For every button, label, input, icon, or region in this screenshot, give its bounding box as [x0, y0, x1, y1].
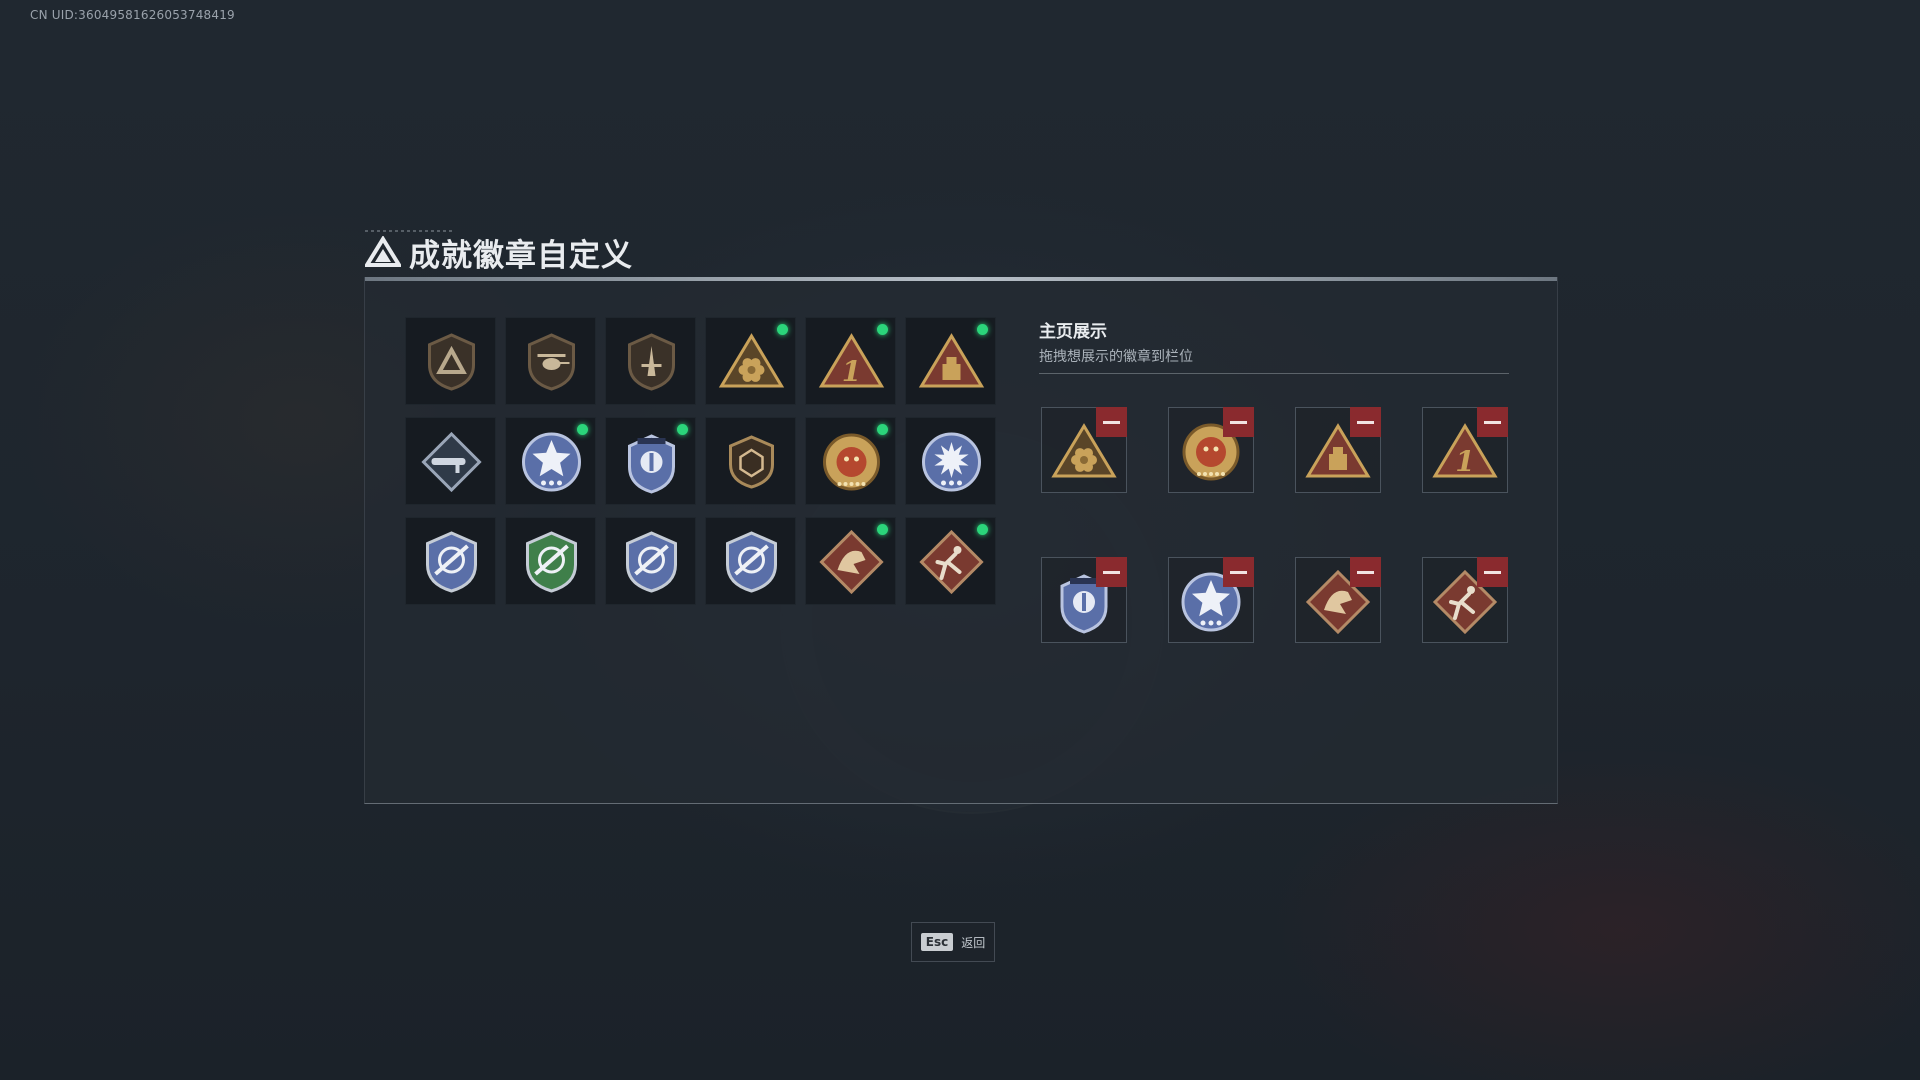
- blue-starburst-emblem-icon: [922, 432, 981, 492]
- blue-crosshair-shield-icon: [626, 531, 677, 593]
- uid-label: CN UID:36049581626053748419: [30, 8, 235, 22]
- minus-icon: [1230, 420, 1247, 424]
- remove-badge-button[interactable]: [1477, 407, 1508, 437]
- page-header: 成就徽章自定义: [365, 232, 633, 274]
- showcase-slot[interactable]: [1168, 557, 1254, 643]
- badge-cell[interactable]: [405, 417, 496, 505]
- badge-customize-panel: 1 主页展示 拖拽想展示的徽章到栏位 1: [364, 277, 1558, 804]
- page-title: 成就徽章自定义: [409, 237, 633, 274]
- blue-crosshair-shield-icon: [426, 531, 477, 593]
- helicopter-shield-icon: [528, 333, 575, 391]
- esc-key-hint: Esc: [920, 933, 954, 951]
- remove-badge-button[interactable]: [1223, 407, 1254, 437]
- minus-icon: [1103, 570, 1120, 574]
- showcase-slot[interactable]: [1295, 407, 1381, 493]
- back-button[interactable]: Esc 返回: [911, 922, 995, 962]
- sword-shield-icon: [628, 333, 675, 391]
- showcase-header: 主页展示 拖拽想展示的徽章到栏位: [1039, 317, 1509, 366]
- svg-text:1: 1: [1455, 445, 1474, 478]
- badge-cell[interactable]: [505, 517, 596, 605]
- minus-icon: [1484, 570, 1501, 574]
- badge-cell[interactable]: [505, 417, 596, 505]
- badge-cell[interactable]: [505, 317, 596, 405]
- minus-icon: [1484, 420, 1501, 424]
- showcase-slot[interactable]: 1: [1422, 407, 1508, 493]
- showcase-title: 主页展示: [1039, 322, 1107, 342]
- badge-cell[interactable]: [605, 417, 696, 505]
- bronze-hexagon-crest-icon: [729, 435, 774, 489]
- new-indicator-dot: [877, 424, 888, 435]
- new-indicator-dot: [977, 524, 988, 535]
- badge-cell[interactable]: [905, 317, 996, 405]
- showcase-slot[interactable]: [1295, 557, 1381, 643]
- triangle-shield-icon: [428, 333, 475, 391]
- badge-cell[interactable]: [905, 417, 996, 505]
- remove-badge-button[interactable]: [1477, 557, 1508, 587]
- remove-badge-button[interactable]: [1350, 557, 1381, 587]
- minus-icon: [1230, 570, 1247, 574]
- back-label: 返回: [961, 935, 986, 950]
- badge-cell[interactable]: [905, 517, 996, 605]
- badge-cell[interactable]: [405, 517, 496, 605]
- new-indicator-dot: [677, 424, 688, 435]
- showcase-divider: [1039, 373, 1509, 374]
- remove-badge-button[interactable]: [1223, 557, 1254, 587]
- showcase-slot[interactable]: [1041, 557, 1127, 643]
- badge-cell[interactable]: [605, 517, 696, 605]
- new-indicator-dot: [777, 324, 788, 335]
- rocket-launcher-diamond-icon: [421, 431, 482, 493]
- badge-grid: 1: [405, 317, 996, 605]
- badge-cell[interactable]: [805, 417, 896, 505]
- new-indicator-dot: [977, 324, 988, 335]
- new-indicator-dot: [877, 324, 888, 335]
- badge-cell[interactable]: [805, 517, 896, 605]
- badge-cell[interactable]: [605, 317, 696, 405]
- new-indicator-dot: [577, 424, 588, 435]
- svg-text:1: 1: [842, 355, 861, 388]
- badge-cell[interactable]: [705, 417, 796, 505]
- panel-top-bar: [365, 277, 1557, 281]
- minus-icon: [1357, 420, 1374, 424]
- badge-cell[interactable]: [705, 517, 796, 605]
- minus-icon: [1103, 420, 1120, 424]
- showcase-slot[interactable]: [1422, 557, 1508, 643]
- green-crosshair-shield-icon: [526, 531, 577, 593]
- showcase-slot[interactable]: [1168, 407, 1254, 493]
- badge-cell[interactable]: [705, 317, 796, 405]
- showcase-slot[interactable]: [1041, 407, 1127, 493]
- remove-badge-button[interactable]: [1096, 407, 1127, 437]
- showcase-subtitle: 拖拽想展示的徽章到栏位: [1039, 349, 1193, 365]
- badge-cell[interactable]: 1: [805, 317, 896, 405]
- blue-crosshair-shield-icon: [726, 531, 777, 593]
- new-indicator-dot: [877, 524, 888, 535]
- remove-badge-button[interactable]: [1096, 557, 1127, 587]
- delta-logo-icon: [365, 236, 401, 267]
- badge-cell[interactable]: [405, 317, 496, 405]
- minus-icon: [1357, 570, 1374, 574]
- remove-badge-button[interactable]: [1350, 407, 1381, 437]
